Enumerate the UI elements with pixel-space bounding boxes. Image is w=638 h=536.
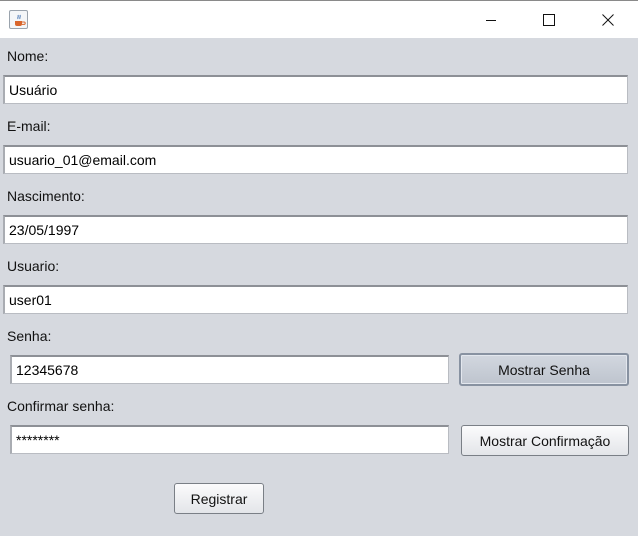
senha-label: Senha: [7,328,52,344]
usuario-field[interactable] [3,285,628,314]
registration-window: Nome: E-mail: Nascimento: Usuario: Senha… [0,0,638,536]
java-cup-icon [9,10,28,29]
minimize-icon [486,19,496,21]
maximize-icon [543,13,555,26]
mostrar-confirmacao-button[interactable]: Mostrar Confirmação [461,425,629,456]
nome-field[interactable] [3,75,628,104]
email-field[interactable] [3,145,628,174]
confirmar-senha-label: Confirmar senha: [7,398,115,414]
email-label: E-mail: [7,118,51,134]
minimize-button[interactable] [468,1,514,38]
registrar-button[interactable]: Registrar [174,483,264,514]
senha-field[interactable] [10,355,449,384]
close-button[interactable] [585,1,631,38]
confirmar-senha-field[interactable] [10,425,449,454]
mostrar-senha-button[interactable]: Mostrar Senha [459,353,629,386]
usuario-label: Usuario: [7,258,60,274]
close-icon [602,13,614,26]
title-bar [0,0,638,38]
nome-label: Nome: [7,48,49,64]
nascimento-label: Nascimento: [7,188,85,204]
nascimento-field[interactable] [3,215,628,244]
maximize-button[interactable] [526,1,572,38]
